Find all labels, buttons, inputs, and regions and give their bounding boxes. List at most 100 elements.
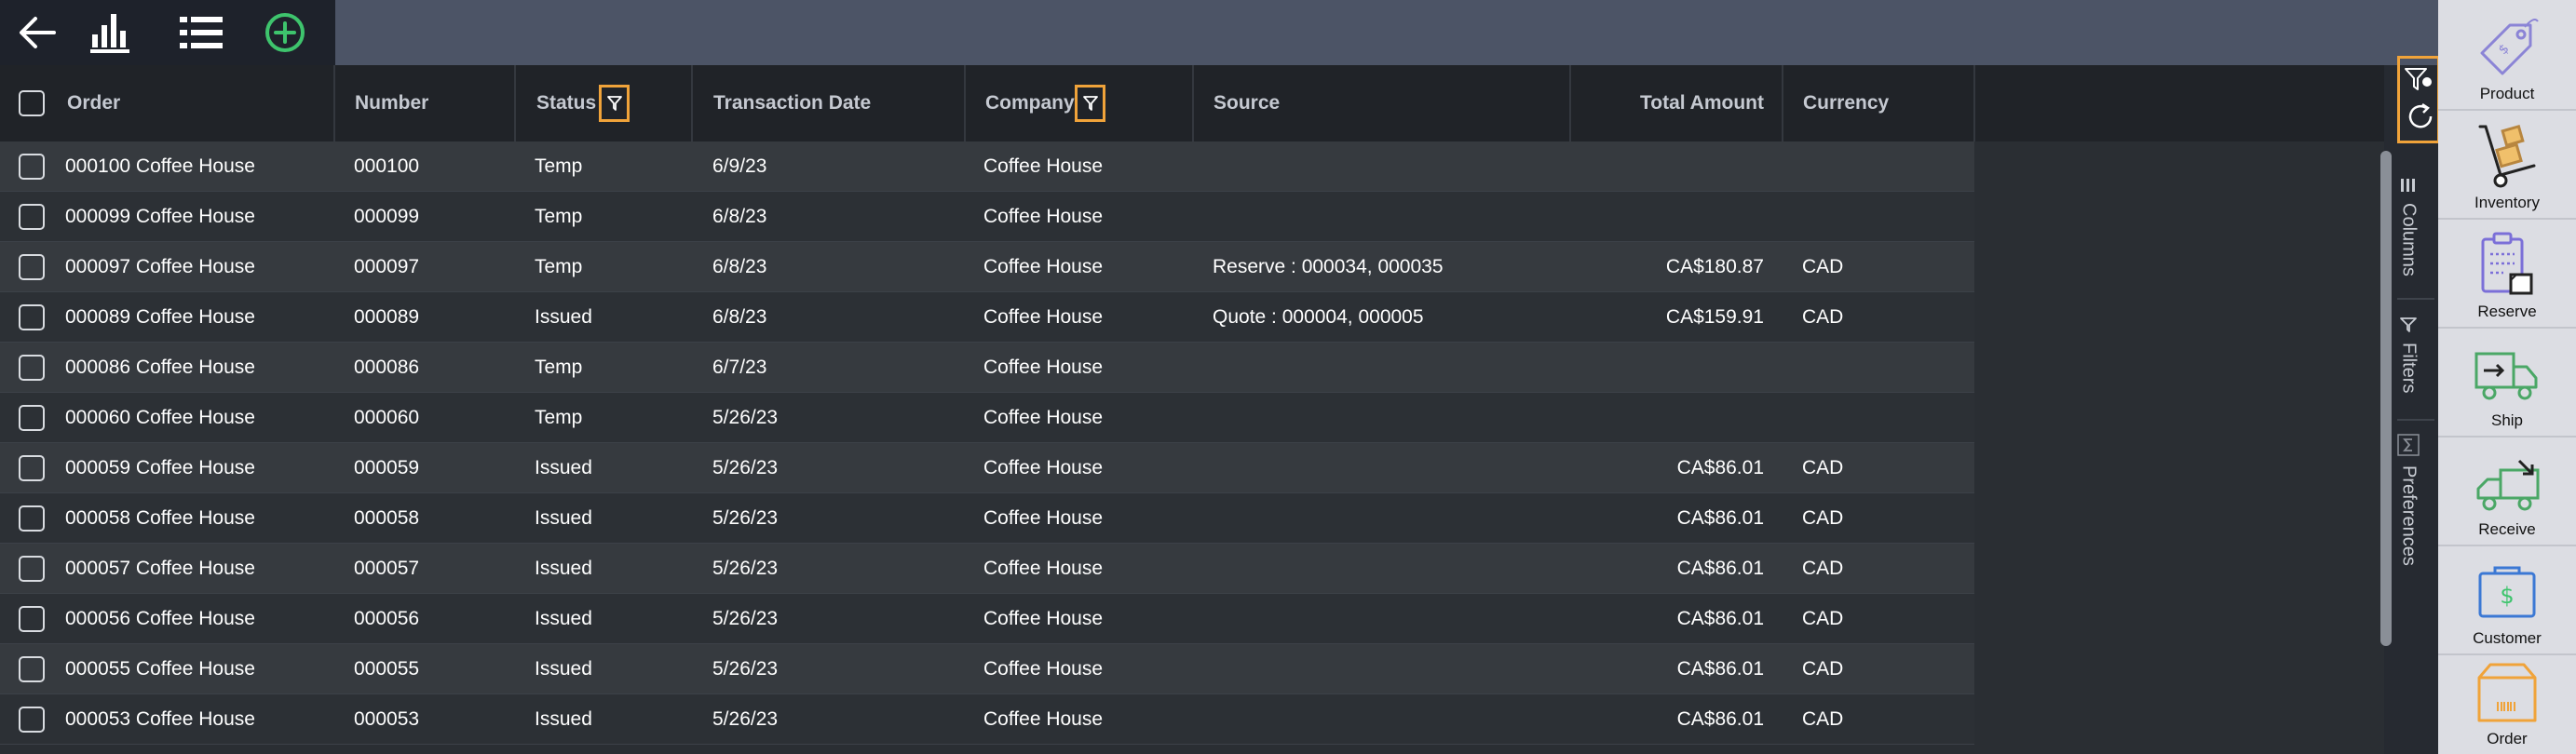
column-header-status[interactable]: Status bbox=[536, 65, 596, 141]
hand-truck-icon bbox=[2478, 124, 2536, 188]
add-button[interactable] bbox=[248, 0, 322, 65]
column-header-order[interactable]: Order bbox=[67, 65, 120, 141]
table-row[interactable]: 000058 Coffee House 000058 Issued 5/26/23 Co… bbox=[0, 493, 1974, 544]
row-checkbox[interactable] bbox=[19, 304, 45, 330]
row-checkbox[interactable] bbox=[19, 656, 45, 682]
nav-order[interactable]: Order bbox=[2438, 653, 2576, 754]
cell-number: 000099 bbox=[354, 206, 420, 227]
columns-tab[interactable]: Columns bbox=[2390, 177, 2427, 276]
clipboard-box-icon bbox=[2481, 232, 2533, 295]
cell-status: Issued bbox=[535, 608, 592, 629]
row-checkbox[interactable] bbox=[19, 556, 45, 582]
columns-icon bbox=[2401, 179, 2415, 192]
row-checkbox[interactable] bbox=[19, 707, 45, 733]
cell-company: Coffee House bbox=[983, 708, 1104, 730]
column-header-transaction-date[interactable]: Transaction Date bbox=[713, 65, 871, 141]
cell-transaction-date: 6/8/23 bbox=[712, 256, 767, 277]
cell-source bbox=[1213, 343, 1566, 393]
nav-customer[interactable]: $ Customer bbox=[2438, 545, 2576, 653]
cell-source: Quote : 000004, 000005 bbox=[1213, 306, 1424, 328]
column-header-company[interactable]: Company bbox=[985, 65, 1075, 141]
cell-currency: CAD bbox=[1802, 507, 1844, 529]
list-view-button[interactable] bbox=[164, 0, 238, 65]
cell-order: 000056 Coffee House bbox=[65, 608, 255, 629]
table-row[interactable]: 000100 Coffee House 000100 Temp 6/9/23 Coffe… bbox=[0, 141, 1974, 192]
nav-reserve[interactable]: Reserve bbox=[2438, 218, 2576, 327]
cell-currency bbox=[1802, 192, 1970, 242]
nav-product[interactable]: $ Product bbox=[2438, 0, 2576, 109]
table-row[interactable]: 000059 Coffee House 000059 Issued 5/26/23 Co… bbox=[0, 443, 1974, 493]
back-button[interactable] bbox=[0, 0, 75, 65]
cell-transaction-date: 6/8/23 bbox=[712, 306, 767, 328]
row-checkbox[interactable] bbox=[19, 455, 45, 481]
column-header-currency[interactable]: Currency bbox=[1803, 65, 1889, 141]
nav-inventory[interactable]: Inventory bbox=[2438, 109, 2576, 218]
order-box-icon bbox=[2477, 663, 2537, 722]
row-checkbox[interactable] bbox=[19, 154, 45, 180]
column-separator[interactable] bbox=[333, 65, 335, 141]
table-row[interactable]: 000056 Coffee House 000056 Issued 5/26/23 Co… bbox=[0, 594, 1974, 644]
table-row[interactable]: 000089 Coffee House 000089 Issued 6/8/23 Cof… bbox=[0, 292, 1974, 343]
company-filter-button[interactable] bbox=[1075, 85, 1105, 122]
cell-order: 000086 Coffee House bbox=[65, 357, 255, 378]
column-separator[interactable] bbox=[1782, 65, 1783, 141]
cell-transaction-date: 6/8/23 bbox=[712, 206, 767, 227]
cell-status: Temp bbox=[535, 155, 583, 177]
table-row[interactable]: 000097 Coffee House 000097 Temp 6/8/23 Coffe… bbox=[0, 242, 1974, 292]
cell-source bbox=[1213, 393, 1566, 443]
cell-currency: CAD bbox=[1802, 306, 1844, 328]
cash-register-icon: $ bbox=[2478, 566, 2536, 618]
row-checkbox[interactable] bbox=[19, 606, 45, 632]
column-separator[interactable] bbox=[691, 65, 693, 141]
column-separator[interactable] bbox=[1973, 65, 1975, 141]
table-row[interactable]: 000086 Coffee House 000086 Temp 6/7/23 Coffe… bbox=[0, 343, 1974, 393]
side-tool-panel bbox=[2384, 65, 2438, 754]
cell-number: 000058 bbox=[354, 507, 420, 529]
row-checkbox[interactable] bbox=[19, 405, 45, 431]
filters-tab[interactable]: Filters bbox=[2390, 316, 2427, 393]
column-separator[interactable] bbox=[964, 65, 966, 141]
column-separator[interactable] bbox=[514, 65, 516, 141]
cell-order: 000058 Coffee House bbox=[65, 507, 255, 529]
cell-source bbox=[1213, 594, 1566, 644]
cell-total-amount: CA$86.01 bbox=[1676, 608, 1764, 629]
columns-tab-label: Columns bbox=[2398, 203, 2420, 276]
cell-status: Issued bbox=[535, 708, 592, 730]
cell-order: 000053 Coffee House bbox=[65, 708, 255, 730]
svg-text:$: $ bbox=[2496, 41, 2513, 58]
nav-customer-label: Customer bbox=[2473, 629, 2542, 647]
clear-filter-button[interactable] bbox=[2403, 65, 2436, 93]
nav-ship[interactable]: Ship bbox=[2438, 327, 2576, 436]
table-row[interactable]: 000055 Coffee House 000055 Issued 5/26/23 Co… bbox=[0, 644, 1974, 694]
refresh-button[interactable] bbox=[2405, 101, 2436, 132]
column-separator[interactable] bbox=[1569, 65, 1571, 141]
column-separator[interactable] bbox=[1192, 65, 1194, 141]
cell-source bbox=[1213, 544, 1566, 594]
preferences-tab[interactable]: Preferences bbox=[2390, 434, 2427, 566]
filter-icon bbox=[1082, 96, 1098, 111]
cell-source bbox=[1213, 493, 1566, 544]
row-checkbox[interactable] bbox=[19, 355, 45, 381]
column-header-source[interactable]: Source bbox=[1213, 65, 1280, 141]
orders-grid: Order Number Status Transaction Date Com… bbox=[0, 65, 2384, 754]
sigma-icon bbox=[2397, 434, 2420, 456]
table-row[interactable]: 000099 Coffee House 000099 Temp 6/8/23 Coffe… bbox=[0, 192, 1974, 242]
cell-number: 000086 bbox=[354, 357, 420, 378]
column-header-total-amount[interactable]: Total Amount bbox=[1574, 65, 1764, 141]
chart-button[interactable] bbox=[73, 0, 147, 65]
module-nav: $ Product Inventory Reserve Ship Receive… bbox=[2438, 0, 2576, 754]
row-checkbox[interactable] bbox=[19, 505, 45, 532]
cell-currency: CAD bbox=[1802, 708, 1844, 730]
row-checkbox[interactable] bbox=[19, 254, 45, 280]
table-row[interactable]: 000060 Coffee House 000060 Temp 5/26/23 Coff… bbox=[0, 393, 1974, 443]
status-filter-button[interactable] bbox=[599, 85, 630, 122]
table-row[interactable]: 000053 Coffee House 000053 Issued 5/26/23 Co… bbox=[0, 694, 1974, 745]
cell-number: 000057 bbox=[354, 558, 420, 579]
table-row[interactable]: 000057 Coffee House 000057 Issued 5/26/23 Co… bbox=[0, 544, 1974, 594]
select-all-checkbox[interactable] bbox=[19, 90, 45, 116]
nav-receive[interactable]: Receive bbox=[2438, 436, 2576, 545]
row-checkbox[interactable] bbox=[19, 204, 45, 230]
cell-order: 000089 Coffee House bbox=[65, 306, 255, 328]
column-header-number[interactable]: Number bbox=[355, 65, 428, 141]
cell-source bbox=[1213, 443, 1566, 493]
